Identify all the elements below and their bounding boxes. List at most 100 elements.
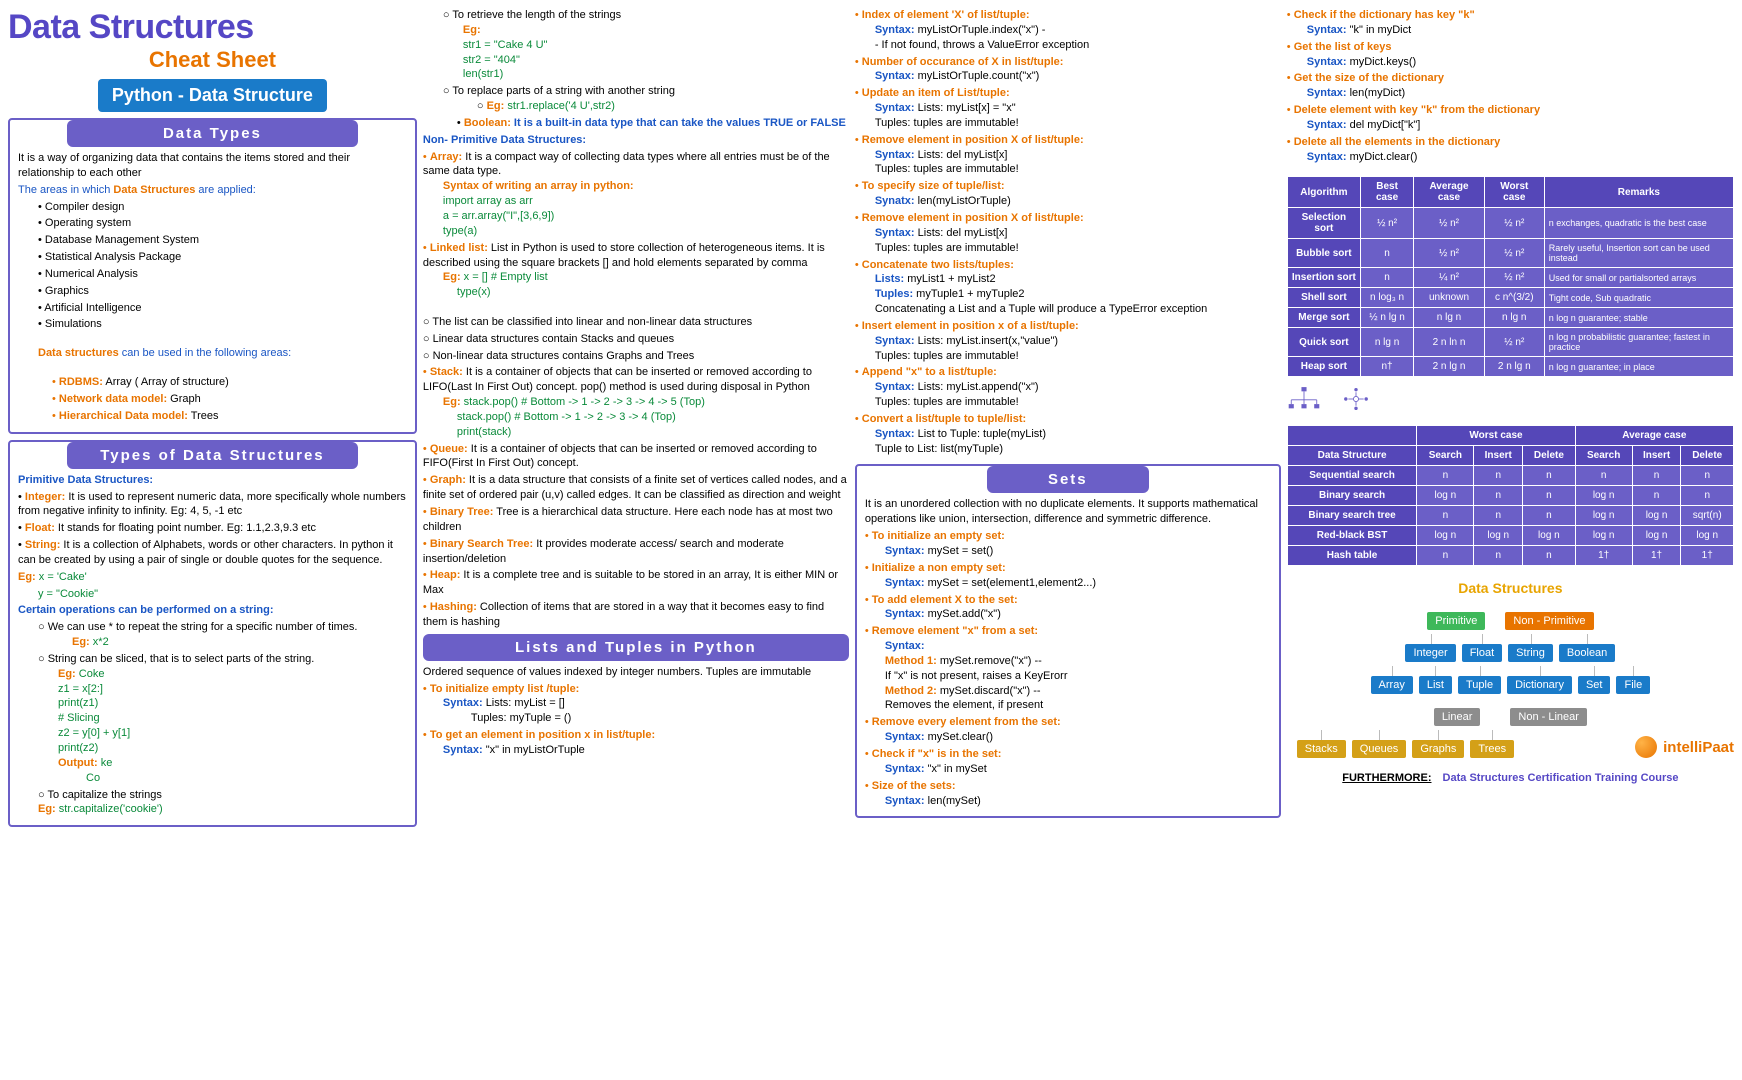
t2-cell: Red-black BST [1287, 526, 1417, 546]
t1-cell: Shell sort [1287, 288, 1360, 308]
t2-header: Insert [1632, 446, 1681, 466]
lists-tuples-header: Lists and Tuples in Python [423, 634, 849, 661]
tree-node: Stacks [1297, 740, 1346, 758]
np-graph: Graph: It is a data structure that consi… [423, 473, 849, 503]
t1-cell: n log n guarantee; stable [1544, 308, 1733, 328]
t1-header: Average case [1414, 177, 1485, 208]
sets-header: Sets [987, 466, 1149, 493]
stack-line-3: print(stack) [457, 425, 849, 440]
t1-cell: n [1360, 268, 1413, 288]
set-op: To add element X to the set:Syntax: mySe… [865, 593, 1271, 623]
t2-cell: n [1417, 506, 1474, 526]
t1-cell: ½ n² [1484, 239, 1544, 268]
array-code-line: import array as arr [443, 194, 849, 209]
eg-string-y: y = "Cookie" [38, 587, 407, 602]
ll-classify-item: ○ The list can be classified into linear… [423, 315, 849, 330]
ll-classify-item: ○ Non-linear data structures contains Gr… [423, 349, 849, 364]
list-tuple-op: To specify size of tuple/list:Synatx: le… [855, 179, 1281, 209]
tree-icon [1287, 387, 1321, 411]
t1-header: Remarks [1544, 177, 1733, 208]
section-types-ds: Types of Data Structures Primitive Data … [8, 440, 417, 828]
t2-header: Delete [1523, 446, 1576, 466]
furthermore-label: FURTHERMORE: [1342, 772, 1431, 784]
t2-cell: 1† [1575, 546, 1632, 566]
tree-node: Float [1462, 644, 1502, 662]
op-len: To retrieve the length of the strings Eg… [443, 8, 849, 82]
np-heap: Heap: It is a complete tree and is suita… [423, 568, 849, 598]
t1-cell: ¼ n² [1414, 268, 1485, 288]
t1-cell: Selection sort [1287, 208, 1360, 239]
slice-code-line: print(z2) [58, 741, 407, 756]
ll-classify-item: ○ Linear data structures contain Stacks … [423, 332, 849, 347]
primitive-item: • Integer: It is used to represent numer… [18, 490, 407, 520]
tree-node: String [1508, 644, 1553, 662]
t2-header: Search [1575, 446, 1632, 466]
t2-cell: n [1523, 506, 1576, 526]
set-op: Check if "x" is in the set:Syntax: "x" i… [865, 747, 1271, 777]
boolean-item: • Boolean: It is a built-in data type th… [457, 116, 849, 131]
dict-op: Delete element with key "k" from the dic… [1287, 103, 1734, 133]
t2-cell: Sequential search [1287, 466, 1417, 486]
op-repeat: We can use * to repeat the string for a … [38, 620, 407, 650]
header-block: Data Structures Cheat Sheet Python - Dat… [8, 8, 417, 112]
t2-header: Delete [1681, 446, 1734, 466]
t1-cell: n [1360, 239, 1413, 268]
t2-cell: 1† [1632, 546, 1681, 566]
len-code-line: len(str1) [463, 67, 849, 82]
t2-cell: log n [1681, 526, 1734, 546]
t2-cell: log n [1632, 526, 1681, 546]
t2-cell: n [1474, 546, 1523, 566]
tree-node: File [1616, 676, 1650, 694]
logo-text: intelliPaat [1663, 739, 1734, 756]
furthermore-link[interactable]: Data Structures Certification Training C… [1443, 772, 1679, 784]
tree-root: Data Structures [1450, 578, 1570, 598]
list-tuple-op: Concatenate two lists/tuples:Lists: myLi… [855, 258, 1281, 317]
lt-init-tuple: Tuples: myTuple = () [471, 711, 849, 726]
dict-op: Delete all the elements in the dictionar… [1287, 135, 1734, 165]
furthermore: FURTHERMORE: Data Structures Certificati… [1287, 772, 1734, 784]
t2-cell: n [1681, 466, 1734, 486]
t1-cell: Insertion sort [1287, 268, 1360, 288]
np-linked-list: Linked list: List in Python is used to s… [423, 241, 849, 364]
section-data-types: Data Types It is a way of organizing dat… [8, 118, 417, 434]
t2-cell: log n [1575, 506, 1632, 526]
lt-get: To get an element in position x in list/… [423, 728, 849, 758]
area-item: • Operating system [38, 216, 407, 231]
list-tuple-op: Append "x" to a list/tuple:Syntax: Lists… [855, 365, 1281, 410]
slice-code-line: print(z1) [58, 696, 407, 711]
list-tuple-op: Remove element in position X of list/tup… [855, 133, 1281, 178]
t1-cell: n log n guarantee; in place [1544, 357, 1733, 377]
dict-op: Get the list of keysSyntax: myDict.keys(… [1287, 40, 1734, 70]
t1-cell: Heap sort [1287, 357, 1360, 377]
t1-cell: 2 n lg n [1484, 357, 1544, 377]
t1-header: Algorithm [1287, 177, 1360, 208]
t1-cell: ½ n² [1484, 268, 1544, 288]
eg-string-x: Eg: x = 'Cake' [18, 570, 407, 585]
t2-cell: sqrt(n) [1681, 506, 1734, 526]
ds-hierarchy-tree: Data Structures Primitive Non - Primitiv… [1287, 578, 1734, 758]
t2-cell: Binary search [1287, 486, 1417, 506]
t1-cell: unknown [1414, 288, 1485, 308]
np-bst: Binary Search Tree: It provides moderate… [423, 537, 849, 567]
t2-cell: log n [1417, 526, 1474, 546]
t2-cell: n [1523, 486, 1576, 506]
t2-cell: n [1575, 466, 1632, 486]
array-code-line: type(a) [443, 224, 849, 239]
logo: intelliPaat [1635, 736, 1734, 758]
tree-node: List [1419, 676, 1452, 694]
t2-cell: log n [1417, 486, 1474, 506]
nonprim-title: Non- Primitive Data Structures: [423, 133, 849, 148]
t1-cell: n lg n [1414, 308, 1485, 328]
t1-cell: n† [1360, 357, 1413, 377]
section-sets: Sets It is an unordered collection with … [855, 464, 1281, 818]
tree-node: Trees [1470, 740, 1514, 758]
t1-cell: 2 n ln n [1414, 328, 1485, 357]
area-item: • Database Management System [38, 233, 407, 248]
model-item: • Hierarchical Data model: Trees [52, 409, 407, 424]
t1-cell: c n^(3/2) [1484, 288, 1544, 308]
main-title: Data Structures [8, 8, 417, 47]
t1-cell: ½ n² [1360, 208, 1413, 239]
op-capitalize: To capitalize the strings Eg: str.capita… [38, 788, 407, 818]
t2-cell: n [1523, 466, 1576, 486]
tree-node: Dictionary [1507, 676, 1572, 694]
